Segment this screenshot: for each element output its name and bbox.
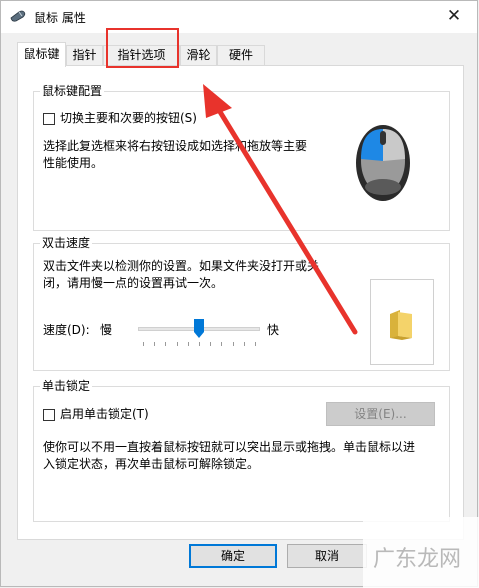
- watermark-overlay: 广东龙网: [363, 517, 479, 588]
- ok-button[interactable]: 确定: [189, 544, 277, 568]
- slider-tick: [210, 342, 212, 346]
- double-click-desc-2: 闭，请用慢一点的设置再试一次。: [43, 276, 224, 290]
- click-lock-title: 单击锁定: [40, 378, 93, 394]
- title-bar: 鼠标 属性 ✕: [1, 1, 477, 33]
- mouse-cursor-icon: [10, 10, 26, 22]
- slider-tick: [221, 342, 223, 346]
- slider-tick: [232, 342, 234, 346]
- slider-tick: [154, 342, 156, 346]
- double-click-title: 双击速度: [40, 235, 93, 251]
- slider-tick: [187, 342, 189, 346]
- click-lock-checkbox[interactable]: [43, 409, 55, 421]
- speed-slider-thumb[interactable]: [194, 319, 204, 338]
- tab-hardware[interactable]: 硬件: [217, 45, 265, 66]
- slider-tick: [143, 342, 144, 346]
- slider-tick: [199, 342, 200, 346]
- button-config-title: 鼠标键配置: [40, 83, 105, 99]
- mouse-properties-window: 鼠标 属性 ✕ 鼠标键 指针 指针选项 滑轮 硬件 鼠标键配置 切换主要和次要的…: [0, 0, 478, 587]
- button-config-desc-1: 选择此复选框来将右按钮设成如选择和拖放等主要: [43, 139, 308, 153]
- speed-slider-ticks: [143, 342, 256, 346]
- button-config-desc-2: 性能使用。: [43, 156, 104, 170]
- click-lock-desc-2: 入锁定状态，再次单击鼠标可解除锁定。: [43, 457, 260, 471]
- double-click-group: 双击速度 双击文件夹以检测你的设置。如果文件夹没打开或关 闭，请用慢一点的设置再…: [33, 235, 450, 371]
- slider-tick: [255, 342, 256, 346]
- folder-icon: [390, 310, 412, 340]
- slider-tick: [165, 342, 167, 346]
- click-lock-desc-1: 使你可以不用一直按着鼠标按钮就可以突出显示或拖拽。单击鼠标以进: [43, 440, 416, 454]
- tab-wheel[interactable]: 滑轮: [180, 45, 217, 66]
- speed-label: 速度(D):: [43, 323, 90, 337]
- switch-buttons-label[interactable]: 切换主要和次要的按钮(S): [60, 110, 197, 127]
- annotation-highlight-box: [106, 28, 179, 68]
- cancel-button[interactable]: 取消: [287, 544, 367, 568]
- click-lock-group: 单击锁定 启用单击锁定(T) 设置(E)... 使你可以不用一直按着鼠标按钮就可…: [33, 378, 450, 522]
- click-lock-settings-button[interactable]: 设置(E)...: [326, 402, 435, 426]
- slider-tick: [176, 342, 178, 346]
- watermark-text: 广东龙网: [373, 547, 462, 572]
- slider-thumb-icon: [194, 319, 204, 338]
- button-config-group: 鼠标键配置 切换主要和次要的按钮(S) 选择此复选框来将右按钮设成如选择和拖放等…: [33, 83, 450, 231]
- double-click-desc-1: 双击文件夹以检测你的设置。如果文件夹没打开或关: [43, 259, 320, 273]
- click-lock-label[interactable]: 启用单击锁定(T): [60, 406, 149, 423]
- switch-buttons-checkbox[interactable]: [43, 113, 55, 125]
- mouse-icon: [356, 125, 410, 201]
- tab-pointers[interactable]: 指针: [66, 45, 103, 66]
- test-folder-area[interactable]: [370, 279, 434, 365]
- close-icon: ✕: [446, 6, 462, 26]
- fast-label: 快: [267, 323, 280, 337]
- close-button[interactable]: ✕: [431, 1, 477, 33]
- window-title: 鼠标 属性: [34, 11, 86, 25]
- slow-label: 慢: [100, 323, 113, 337]
- tab-buttons[interactable]: 鼠标键: [17, 42, 66, 67]
- tab-panel: 鼠标键配置 切换主要和次要的按钮(S) 选择此复选框来将右按钮设成如选择和拖放等…: [17, 65, 464, 540]
- slider-tick: [243, 342, 245, 346]
